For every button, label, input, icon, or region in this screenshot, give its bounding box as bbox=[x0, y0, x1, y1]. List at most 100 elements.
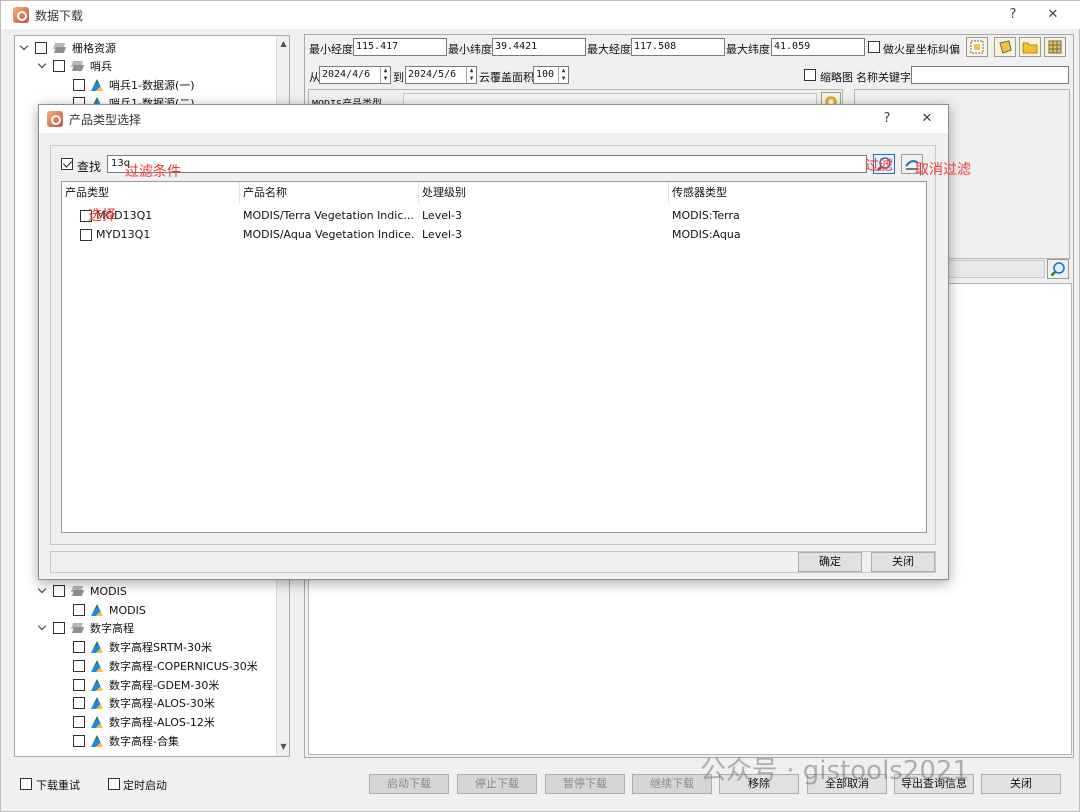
search-icon[interactable] bbox=[1047, 259, 1069, 279]
from-date-field[interactable]: 2024/4/6 ▲ ▼ bbox=[319, 66, 391, 84]
open-folder-icon[interactable] bbox=[1019, 37, 1041, 57]
tree-item-label: 数字高程-GDEM-30米 bbox=[109, 679, 220, 692]
chevron-down-icon[interactable] bbox=[19, 43, 29, 53]
tree-item-label: MODIS bbox=[90, 584, 127, 598]
tree-checkbox[interactable] bbox=[35, 42, 47, 54]
tree-item-label: 数字高程-合集 bbox=[109, 735, 179, 748]
raster-icon bbox=[91, 604, 103, 616]
spinner-icon[interactable]: ▲ ▼ bbox=[380, 67, 390, 83]
tree-item-label: 哨兵 bbox=[90, 60, 112, 73]
tree-item-label: 数字高程 bbox=[90, 622, 134, 635]
timed-start-checkbox[interactable] bbox=[108, 778, 120, 790]
grid-select-icon[interactable] bbox=[1044, 37, 1066, 57]
results-filter-field[interactable] bbox=[945, 260, 1045, 278]
dialog-close-btn[interactable]: 关闭 bbox=[871, 552, 935, 572]
tree-item-modis[interactable]: MODIS bbox=[73, 601, 146, 619]
spinner-icon[interactable]: ▲ ▼ bbox=[558, 67, 568, 83]
scroll-up-icon[interactable]: ▲ bbox=[279, 39, 288, 48]
tree-item-dem-alos30[interactable]: 数字高程-ALOS-30米 bbox=[73, 694, 215, 712]
tree-item-dem-srtm[interactable]: 数字高程SRTM-30米 bbox=[73, 638, 212, 656]
layers-icon bbox=[71, 585, 85, 597]
tree-item-sentinel1-a[interactable]: 哨兵1-数据源(一) bbox=[73, 76, 195, 94]
tree-item-dem-gdem[interactable]: 数字高程-GDEM-30米 bbox=[73, 676, 219, 694]
find-input[interactable]: 13q bbox=[107, 155, 867, 173]
dialog-title-bar: 产品类型选择 ? ✕ bbox=[39, 105, 948, 133]
mars-correction-label: 做火星坐标纠偏 bbox=[883, 43, 960, 56]
spinner-icon[interactable]: ▲ ▼ bbox=[466, 67, 476, 83]
select-extent-icon[interactable] bbox=[966, 37, 988, 57]
watermark: 公众号 · gistools2021 bbox=[700, 756, 970, 786]
thumbnail-checkbox[interactable] bbox=[804, 69, 816, 81]
redownload-checkbox[interactable] bbox=[20, 778, 32, 790]
min-lat-label: 最小纬度 bbox=[448, 43, 492, 56]
min-lon-label: 最小经度 bbox=[309, 43, 353, 56]
tree-item-dem-all[interactable]: 数字高程-合集 bbox=[73, 732, 179, 750]
tree-item-raster[interactable]: 栅格资源 bbox=[19, 39, 116, 57]
tree-checkbox[interactable] bbox=[73, 716, 85, 728]
cloud-cover-label: 云覆盖面积 bbox=[479, 71, 534, 84]
chevron-down-icon[interactable] bbox=[37, 61, 47, 71]
keyword-field[interactable] bbox=[911, 66, 1069, 84]
tree-checkbox[interactable] bbox=[53, 585, 65, 597]
raster-icon bbox=[91, 697, 103, 709]
layers-icon bbox=[71, 622, 85, 634]
tree-checkbox[interactable] bbox=[73, 604, 85, 616]
tree-checkbox[interactable] bbox=[73, 660, 85, 672]
dialog-help-button[interactable]: ? bbox=[873, 109, 901, 129]
row-checkbox[interactable] bbox=[80, 229, 92, 241]
tree-item-label: 数字高程-ALOS-30米 bbox=[109, 697, 215, 710]
start-download-button[interactable]: 启动下载 bbox=[369, 774, 449, 794]
redownload-label: 下载重试 bbox=[36, 779, 80, 792]
product-type-grid[interactable]: 产品类型 产品名称 处理级别 传感器类型 MOD13Q1 MODIS/Terra… bbox=[61, 181, 927, 533]
tree-checkbox[interactable] bbox=[73, 679, 85, 691]
column-header[interactable]: 传感器类型 bbox=[669, 182, 926, 204]
raster-icon bbox=[91, 641, 103, 653]
column-header[interactable]: 产品名称 bbox=[240, 182, 419, 204]
tree-item-dem-alos12[interactable]: 数字高程-ALOS-12米 bbox=[73, 713, 215, 731]
timed-start-label: 定时启动 bbox=[123, 779, 167, 792]
min-lat-field[interactable]: 39.4421 bbox=[492, 38, 586, 56]
close-window-button[interactable]: ✕ bbox=[1039, 5, 1067, 25]
max-lon-field[interactable]: 117.508 bbox=[631, 38, 725, 56]
annotation-cancel-filter: 取消过滤 bbox=[915, 162, 971, 178]
tree-item-label: 数字高程SRTM-30米 bbox=[109, 641, 213, 654]
from-date-value: 2024/4/6 bbox=[322, 69, 371, 80]
column-header[interactable]: 产品类型 bbox=[62, 182, 240, 204]
product-type-dialog: 产品类型选择 ? ✕ 查找 13q 过滤条件 过滤 取消过滤 产品类型 产品名称… bbox=[38, 104, 971, 580]
annotation-select: 选择 bbox=[88, 208, 116, 224]
find-checkbox[interactable] bbox=[61, 158, 73, 170]
product-name-cell: MODIS/Terra Vegetation Indic... bbox=[243, 209, 414, 222]
tree-checkbox[interactable] bbox=[53, 60, 65, 72]
tree-item-label: 栅格资源 bbox=[72, 42, 116, 55]
tree-item-dem-group[interactable]: 数字高程 bbox=[37, 619, 134, 637]
tree-checkbox[interactable] bbox=[73, 641, 85, 653]
pause-download-button[interactable]: 暂停下载 bbox=[545, 774, 625, 794]
column-header[interactable]: 处理级别 bbox=[419, 182, 669, 204]
tree-checkbox[interactable] bbox=[73, 79, 85, 91]
min-lon-field[interactable]: 115.417 bbox=[353, 38, 447, 56]
max-lat-label: 最大纬度 bbox=[726, 43, 770, 56]
dialog-close-button[interactable]: ✕ bbox=[913, 109, 941, 129]
tree-item-sentinel[interactable]: 哨兵 bbox=[37, 57, 112, 75]
chevron-down-icon[interactable] bbox=[37, 586, 47, 596]
ok-button[interactable]: 确定 bbox=[798, 552, 862, 572]
chevron-down-icon[interactable] bbox=[37, 623, 47, 633]
help-button[interactable]: ? bbox=[999, 5, 1027, 25]
mars-correction-checkbox[interactable] bbox=[868, 41, 880, 53]
cloud-cover-field[interactable]: 100 ▲ ▼ bbox=[533, 66, 569, 84]
stop-download-button[interactable]: 停止下载 bbox=[457, 774, 537, 794]
tree-item-dem-copernicus[interactable]: 数字高程-COPERNICUS-30米 bbox=[73, 657, 258, 675]
layers-icon bbox=[53, 42, 67, 54]
annotation-filter-condition: 过滤条件 bbox=[125, 164, 181, 180]
close-button[interactable]: 关闭 bbox=[981, 774, 1061, 794]
layers-icon bbox=[71, 60, 85, 72]
max-lat-field[interactable]: 41.059 bbox=[771, 38, 865, 56]
scroll-down-icon[interactable]: ▼ bbox=[279, 742, 288, 751]
tree-checkbox[interactable] bbox=[73, 697, 85, 709]
tree-checkbox[interactable] bbox=[53, 622, 65, 634]
draw-polygon-icon[interactable] bbox=[994, 37, 1016, 57]
to-date-field[interactable]: 2024/5/6 ▲ ▼ bbox=[405, 66, 477, 84]
tree-item-modis-group[interactable]: MODIS bbox=[37, 582, 127, 600]
tree-checkbox[interactable] bbox=[73, 735, 85, 747]
process-level-cell: Level-3 bbox=[422, 209, 463, 222]
